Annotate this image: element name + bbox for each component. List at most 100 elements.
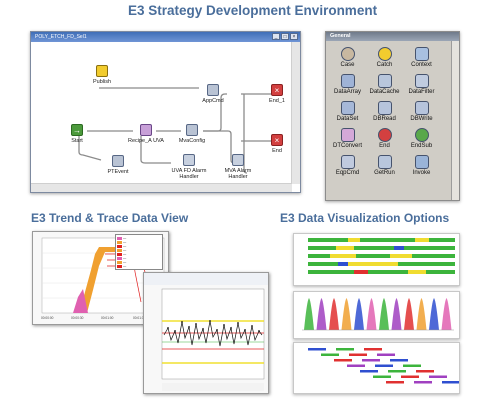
end-icon: × — [271, 84, 283, 96]
peak-svg — [302, 298, 454, 331]
gantt-bar — [401, 375, 419, 378]
palette-title: General — [326, 32, 459, 41]
palette-scrollbar[interactable] — [451, 41, 459, 200]
palette-item-label: DataCache — [369, 89, 400, 95]
data-cache-icon — [377, 74, 392, 88]
palette-item[interactable]: DTConvert — [329, 126, 366, 153]
node-recipe[interactable]: Recipe_A UVA — [126, 124, 166, 144]
close-button[interactable]: × — [290, 33, 298, 40]
gantt-bar — [388, 370, 406, 373]
palette-item-label: Invoke — [412, 170, 431, 176]
node-appcmd[interactable]: AppCmd — [193, 84, 233, 104]
eqp-cmd-icon — [340, 155, 355, 169]
status-bar-svg — [308, 238, 455, 274]
case-icon — [340, 47, 355, 61]
peak-mark — [366, 298, 377, 330]
dt-convert-icon — [340, 128, 355, 142]
node-uva-alarm[interactable]: UVA FD Alarm Handler — [164, 154, 214, 180]
peak-mark — [341, 298, 352, 330]
gantt-bar — [416, 370, 434, 373]
palette-item-label: EqpCmd — [335, 170, 360, 176]
maximize-button[interactable]: □ — [281, 33, 289, 40]
palette-item-label: DataArray — [333, 89, 361, 95]
gantt-bar — [403, 364, 421, 367]
palette-item-label: DataSet — [336, 116, 359, 122]
node-mva-alarm[interactable]: MVA Alarm Handler — [216, 154, 260, 180]
gantt-bar — [442, 381, 460, 384]
palette-item-label: DTConvert — [332, 143, 362, 149]
node-publish[interactable]: Publish — [82, 65, 122, 85]
palette-item-label: GetRun — [374, 170, 395, 176]
end-icon: × — [271, 134, 283, 146]
peak-mark — [391, 298, 402, 330]
db-write-icon — [414, 101, 429, 115]
row-3 — [308, 254, 455, 258]
gantt-bar — [347, 364, 365, 367]
invoke-icon — [414, 155, 429, 169]
peak-mark — [416, 298, 427, 330]
row-1 — [308, 238, 455, 242]
node-ptevent[interactable]: PTEvent — [98, 155, 138, 175]
peak-chart — [293, 291, 460, 339]
palette-item[interactable]: DataCache — [366, 72, 403, 99]
palette-item-label: Case — [340, 62, 355, 68]
peak-mark — [441, 298, 452, 330]
workflow-canvas[interactable]: Publish → Start Recipe_A UVA MvaConfig A… — [31, 42, 300, 192]
pt-event-icon — [112, 155, 124, 167]
palette-item[interactable]: DBRead — [366, 99, 403, 126]
palette-item[interactable]: DataFilter — [403, 72, 440, 99]
gantt-bar — [349, 353, 367, 356]
gantt-bar — [334, 359, 352, 362]
trend-section-title: E3 Trend & Trace Data View — [31, 211, 189, 225]
palette-item-label: DataFilter — [408, 89, 435, 95]
gantt-bar — [390, 359, 408, 362]
palette-item[interactable]: Catch — [366, 45, 403, 72]
horizontal-scrollbar[interactable] — [31, 183, 292, 192]
alarm-handler-icon — [183, 154, 195, 166]
gantt-bar — [414, 381, 432, 384]
palette-item[interactable]: EqpCmd — [329, 153, 366, 180]
gantt-bar — [336, 348, 354, 351]
app-cmd-icon — [207, 84, 219, 96]
db-read-icon — [377, 101, 392, 115]
peak-mark — [429, 298, 439, 330]
palette-item[interactable]: DataArray — [329, 72, 366, 99]
workflow-window-title: POLY_ETCH_FD_Sel1 — [31, 32, 300, 42]
palette-item-label: End — [379, 143, 390, 149]
start-icon: → — [71, 124, 83, 136]
palette-item[interactable]: EndSub — [403, 126, 440, 153]
status-bar-chart — [293, 233, 460, 286]
context-icon — [414, 47, 429, 61]
row-5 — [308, 270, 455, 274]
svg-text:00:01:00: 00:01:00 — [101, 316, 114, 320]
vertical-scrollbar[interactable] — [291, 42, 300, 184]
gantt-bar — [386, 381, 404, 384]
palette-item[interactable]: Context — [403, 45, 440, 72]
gantt-bar — [429, 375, 447, 378]
data-filter-icon — [414, 74, 429, 88]
node-start[interactable]: → Start — [57, 124, 97, 144]
peak-mark — [354, 298, 364, 330]
gantt-bar — [321, 353, 339, 356]
palette-item[interactable]: End — [366, 126, 403, 153]
peak-mark — [329, 298, 339, 330]
palette-item-label: DBWrite — [410, 116, 433, 122]
minimize-button[interactable]: _ — [272, 33, 280, 40]
palette-item[interactable]: Invoke — [403, 153, 440, 180]
peak-mark — [316, 298, 327, 330]
control-chart — [144, 273, 268, 391]
palette-item[interactable]: GetRun — [366, 153, 403, 180]
palette-item[interactable]: Case — [329, 45, 366, 72]
node-mvaconfig[interactable]: MvaConfig — [172, 124, 212, 144]
recipe-icon — [140, 124, 152, 136]
gantt-bar — [373, 375, 391, 378]
svg-text:00:00:00: 00:00:00 — [41, 316, 54, 320]
gantt-bar — [375, 364, 393, 367]
mva-config-icon — [186, 124, 198, 136]
control-chart-window — [143, 272, 269, 394]
palette-item[interactable]: DBWrite — [403, 99, 440, 126]
gantt-svg — [308, 348, 460, 384]
row-2 — [308, 246, 455, 250]
palette-item[interactable]: DataSet — [329, 99, 366, 126]
workflow-window[interactable]: POLY_ETCH_FD_Sel1 _ □ × Publish → Start … — [30, 31, 301, 193]
